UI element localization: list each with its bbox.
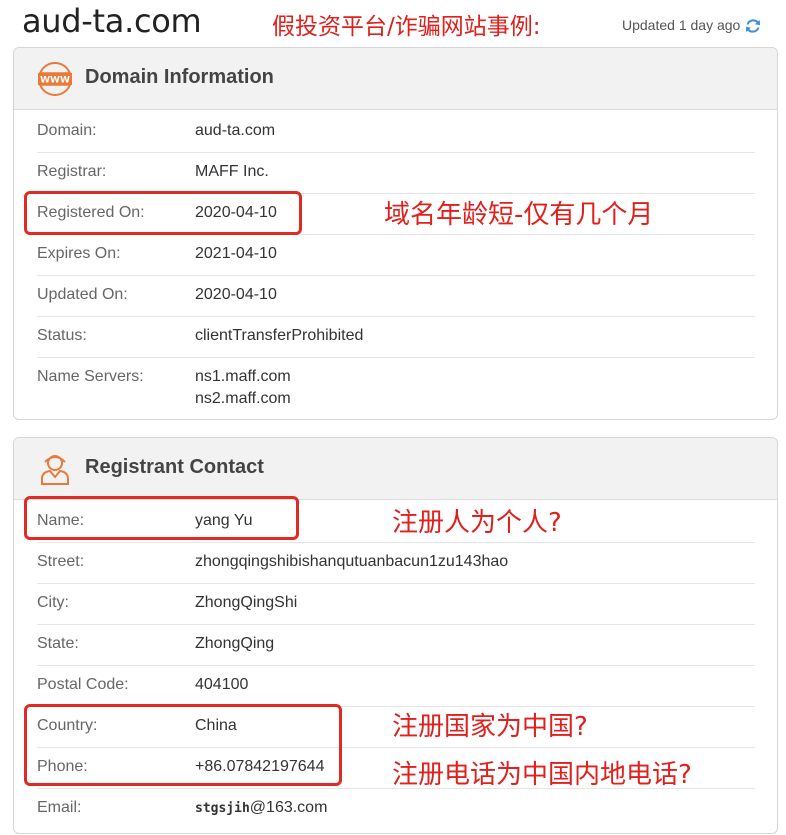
row-value: 2021-04-10 <box>195 245 277 262</box>
row-value: ZhongQingShi <box>195 594 298 611</box>
info-row-updated-on: Updated On: 2020-04-10 <box>37 286 755 317</box>
row-value: 2020-04-10 <box>195 286 277 303</box>
info-row-status: Status: clientTransferProhibited <box>37 327 755 358</box>
updated-status: Updated 1 day ago <box>622 17 741 33</box>
contact-row-state: State: ZhongQing <box>37 635 755 666</box>
contact-row-city: City: ZhongQingShi <box>37 594 755 625</box>
row-value: ns1.maff.com <box>195 368 291 385</box>
info-row-name-servers: Name Servers: ns1.maff.com ns2.maff.com <box>37 368 755 414</box>
row-label: City: <box>37 594 69 611</box>
row-label: Expires On: <box>37 245 121 262</box>
row-label: Domain: <box>37 122 97 139</box>
row-value: stgsjih@163.com <box>195 797 327 820</box>
row-label: Name Servers: <box>37 368 144 385</box>
info-row-registrar: Registrar: MAFF Inc. <box>37 163 755 194</box>
row-value: MAFF Inc. <box>195 163 269 180</box>
annotation-phone: 注册电话为中国内地电话? <box>392 760 692 790</box>
refresh-icon[interactable] <box>744 17 762 35</box>
row-value-secondary: ns2.maff.com <box>195 390 291 407</box>
annotation-country: 注册国家为中国? <box>392 712 588 742</box>
info-row-expires-on: Expires On: 2021-04-10 <box>37 245 755 276</box>
highlight-name <box>24 496 299 540</box>
email-domain: @163.com <box>249 799 328 816</box>
row-value: 404100 <box>195 676 249 693</box>
row-label: Street: <box>37 553 85 570</box>
highlight-registered-on <box>24 191 302 235</box>
site-title: aud-ta.com <box>22 2 202 40</box>
row-label: Updated On: <box>37 286 128 303</box>
person-icon <box>41 455 69 485</box>
row-value: zhongqingshibishanqutuanbacun1zu143hao <box>195 553 509 570</box>
annotation-heading: 假投资平台/诈骗网站事例: <box>272 14 541 40</box>
card-header: Registrant Contact <box>14 438 777 500</box>
highlight-country-phone <box>24 704 342 786</box>
contact-row-postal-code: Postal Code: 404100 <box>37 676 755 707</box>
row-label: Email: <box>37 799 82 816</box>
row-label: Registrar: <box>37 163 107 180</box>
card-header: WWW Domain Information <box>14 48 777 110</box>
svg-text:WWW: WWW <box>40 76 70 86</box>
annotation-domain-age: 域名年龄短-仅有几个月 <box>384 200 654 230</box>
row-value: aud-ta.com <box>195 122 276 139</box>
contact-row-email: Email: stgsjih@163.com <box>37 799 755 829</box>
card-title: Domain Information <box>85 66 274 88</box>
annotation-personal-registrant: 注册人为个人? <box>392 508 562 538</box>
row-label: Postal Code: <box>37 676 129 693</box>
contact-row-street: Street: zhongqingshibishanqutuanbacun1zu… <box>37 553 755 584</box>
row-label: Status: <box>37 327 87 344</box>
www-globe-icon: WWW <box>38 62 72 96</box>
row-value: ZhongQing <box>195 635 275 652</box>
row-label: State: <box>37 635 79 652</box>
card-title: Registrant Contact <box>85 456 264 478</box>
row-value: clientTransferProhibited <box>195 327 364 344</box>
email-user-image-text: stgsjih <box>195 801 250 816</box>
info-row-domain: Domain: aud-ta.com <box>37 122 755 153</box>
